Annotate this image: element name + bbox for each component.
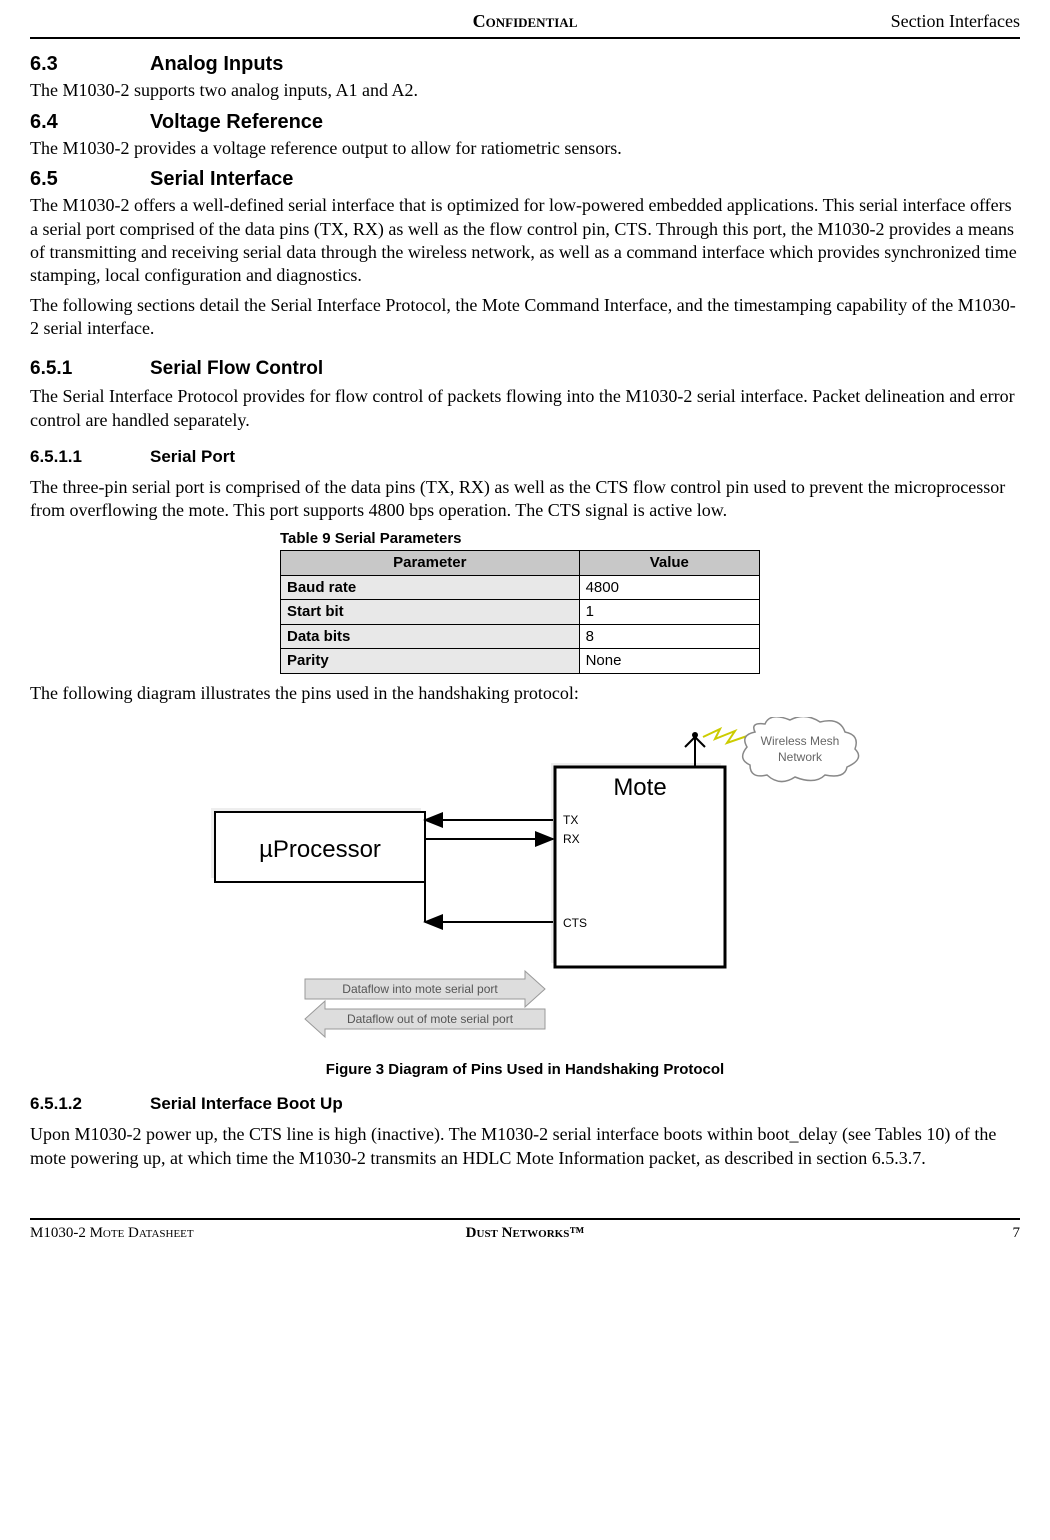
- svg-text:Wireless Mesh: Wireless Mesh: [761, 734, 840, 748]
- dataflow-in-arrow: Dataflow into mote serial port: [305, 971, 545, 1007]
- uprocessor-box: µProcessor: [211, 808, 425, 882]
- heading-6-4: 6.4Voltage Reference: [30, 109, 1020, 135]
- param-name: Baud rate: [281, 575, 580, 600]
- paragraph: The Serial Interface Protocol provides f…: [30, 385, 1020, 432]
- table-caption: Table 9 Serial Parameters: [280, 529, 1020, 549]
- mote-label: Mote: [613, 774, 666, 801]
- paragraph: The following diagram illustrates the pi…: [30, 682, 1020, 705]
- serial-parameters-table: Parameter Value Baud rate 4800 Start bit…: [280, 550, 760, 674]
- heading-6-5-1-1: 6.5.1.1Serial Port: [30, 446, 1020, 468]
- handshaking-diagram: µProcessor Mote TX RX CTS Wireless Mesh …: [30, 717, 1020, 1053]
- svg-text:Network: Network: [778, 750, 823, 764]
- dataflow-out-label: Dataflow out of mote serial port: [347, 1012, 514, 1026]
- heading-6-5-1-2: 6.5.1.2Serial Interface Boot Up: [30, 1093, 1020, 1115]
- heading-num: 6.5.1: [30, 357, 150, 382]
- heading-6-5: 6.5Serial Interface: [30, 166, 1020, 192]
- table-row: Start bit 1: [281, 600, 760, 625]
- page-footer: M1030-2 Mote Datasheet Dust Networks™ 7: [30, 1218, 1020, 1244]
- heading-title: Serial Port: [150, 447, 235, 466]
- rx-label: RX: [563, 832, 580, 846]
- table-row: Parity None: [281, 649, 760, 674]
- heading-num: 6.5.1.2: [30, 1093, 150, 1115]
- table-row: Data bits 8: [281, 624, 760, 649]
- table-header-value: Value: [579, 551, 759, 576]
- param-value: 1: [579, 600, 759, 625]
- cts-label: CTS: [563, 916, 587, 930]
- uprocessor-label: µProcessor: [259, 836, 381, 863]
- param-value: None: [579, 649, 759, 674]
- paragraph: The M1030-2 supports two analog inputs, …: [30, 79, 1020, 102]
- dataflow-out-arrow: Dataflow out of mote serial port: [305, 1001, 545, 1037]
- tx-label: TX: [563, 813, 578, 827]
- heading-6-5-1: 6.5.1Serial Flow Control: [30, 357, 1020, 382]
- param-name: Start bit: [281, 600, 580, 625]
- param-value: 4800: [579, 575, 759, 600]
- paragraph: The M1030-2 provides a voltage reference…: [30, 137, 1020, 160]
- param-name: Data bits: [281, 624, 580, 649]
- heading-num: 6.3: [30, 51, 150, 77]
- param-value: 8: [579, 624, 759, 649]
- paragraph: The M1030-2 offers a well-defined serial…: [30, 194, 1020, 288]
- footer-page-number: 7: [1013, 1224, 1021, 1244]
- heading-title: Serial Interface: [150, 168, 293, 190]
- figure-caption: Figure 3 Diagram of Pins Used in Handsha…: [30, 1060, 1020, 1080]
- footer-left: M1030-2 Mote Datasheet: [30, 1224, 194, 1244]
- mote-box: Mote TX RX CTS: [551, 763, 725, 967]
- paragraph: Upon M1030-2 power up, the CTS line is h…: [30, 1123, 1020, 1170]
- heading-title: Serial Flow Control: [150, 358, 323, 379]
- header-confidential: Confidential: [473, 10, 578, 33]
- header-section: Section Interfaces: [891, 10, 1020, 33]
- page-header: Confidential Section Interfaces: [30, 10, 1020, 39]
- dataflow-in-label: Dataflow into mote serial port: [342, 982, 498, 996]
- heading-num: 6.5.1.1: [30, 446, 150, 468]
- heading-6-3: 6.3Analog Inputs: [30, 51, 1020, 77]
- heading-title: Serial Interface Boot Up: [150, 1094, 343, 1113]
- param-name: Parity: [281, 649, 580, 674]
- lightning-icon: [703, 729, 750, 743]
- table-row: Baud rate 4800: [281, 575, 760, 600]
- footer-center: Dust Networks™: [466, 1224, 585, 1244]
- paragraph: The following sections detail the Serial…: [30, 294, 1020, 341]
- heading-title: Analog Inputs: [150, 53, 283, 75]
- wireless-cloud: Wireless Mesh Network: [743, 717, 859, 782]
- heading-num: 6.4: [30, 109, 150, 135]
- antenna-icon: [685, 732, 705, 767]
- paragraph: The three-pin serial port is comprised o…: [30, 476, 1020, 523]
- heading-title: Voltage Reference: [150, 111, 323, 133]
- table-header-parameter: Parameter: [281, 551, 580, 576]
- heading-num: 6.5: [30, 166, 150, 192]
